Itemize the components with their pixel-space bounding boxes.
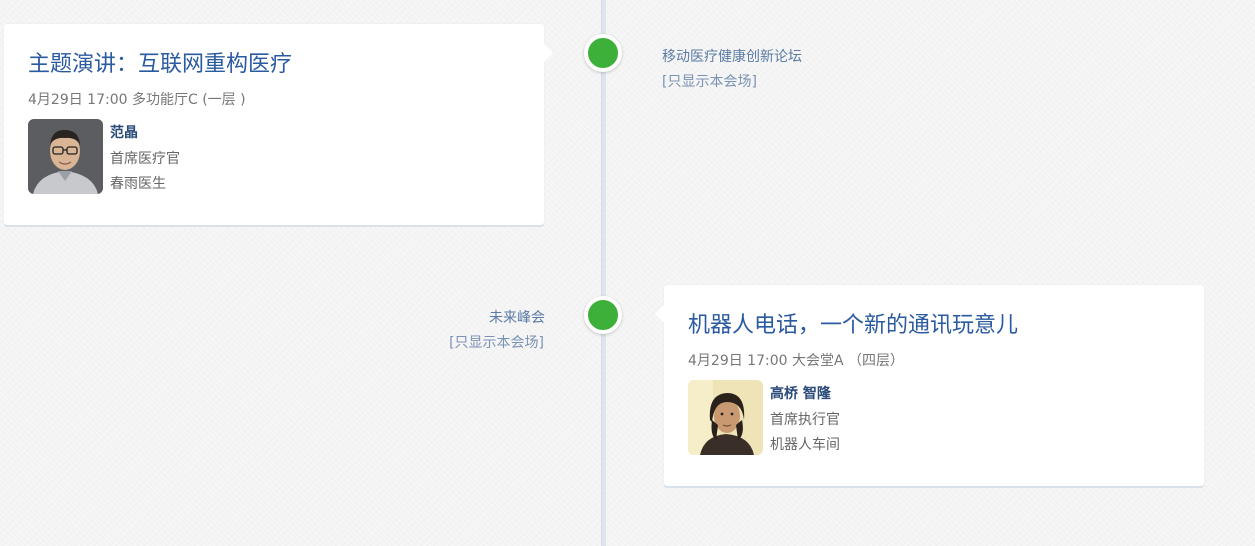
venue-name: 未来峰会 xyxy=(489,310,545,326)
show-this-venue-only-link[interactable]: [只显示本会场] xyxy=(449,332,544,352)
speaker-name[interactable]: 范晶 xyxy=(110,122,138,142)
speaker-role: 首席执行官 xyxy=(770,412,840,428)
venue-name: 移动医疗健康创新论坛 xyxy=(662,49,802,65)
speaker-avatar[interactable] xyxy=(688,380,763,455)
speaker-avatar[interactable] xyxy=(28,119,103,194)
card-pointer xyxy=(655,305,664,323)
session-title[interactable]: 机器人电话，一个新的通讯玩意儿 xyxy=(688,307,1018,339)
session-title[interactable]: 主题演讲：互联网重构医疗 xyxy=(28,46,292,78)
session-card[interactable]: 主题演讲：互联网重构医疗 4月29日 17:00 多功能厅C (一层 ) 范晶 … xyxy=(4,24,553,225)
speaker-role: 首席医疗官 xyxy=(110,151,180,167)
session-time-location: 4月29日 17:00 大会堂A （四层） xyxy=(688,353,904,369)
timeline-dot xyxy=(584,34,622,72)
speaker-name[interactable]: 高桥 智隆 xyxy=(770,383,831,403)
timeline-dot xyxy=(584,296,622,334)
card-pointer xyxy=(544,44,553,62)
timeline-line xyxy=(601,0,606,546)
show-this-venue-only-link[interactable]: [只显示本会场] xyxy=(662,71,757,91)
speaker-org: 春雨医生 xyxy=(110,176,166,192)
speaker-org: 机器人车间 xyxy=(770,437,840,453)
session-time-location: 4月29日 17:00 多功能厅C (一层 ) xyxy=(28,92,246,108)
session-card[interactable]: 机器人电话，一个新的通讯玩意儿 4月29日 17:00 大会堂A （四层） 高桥… xyxy=(655,285,1204,486)
